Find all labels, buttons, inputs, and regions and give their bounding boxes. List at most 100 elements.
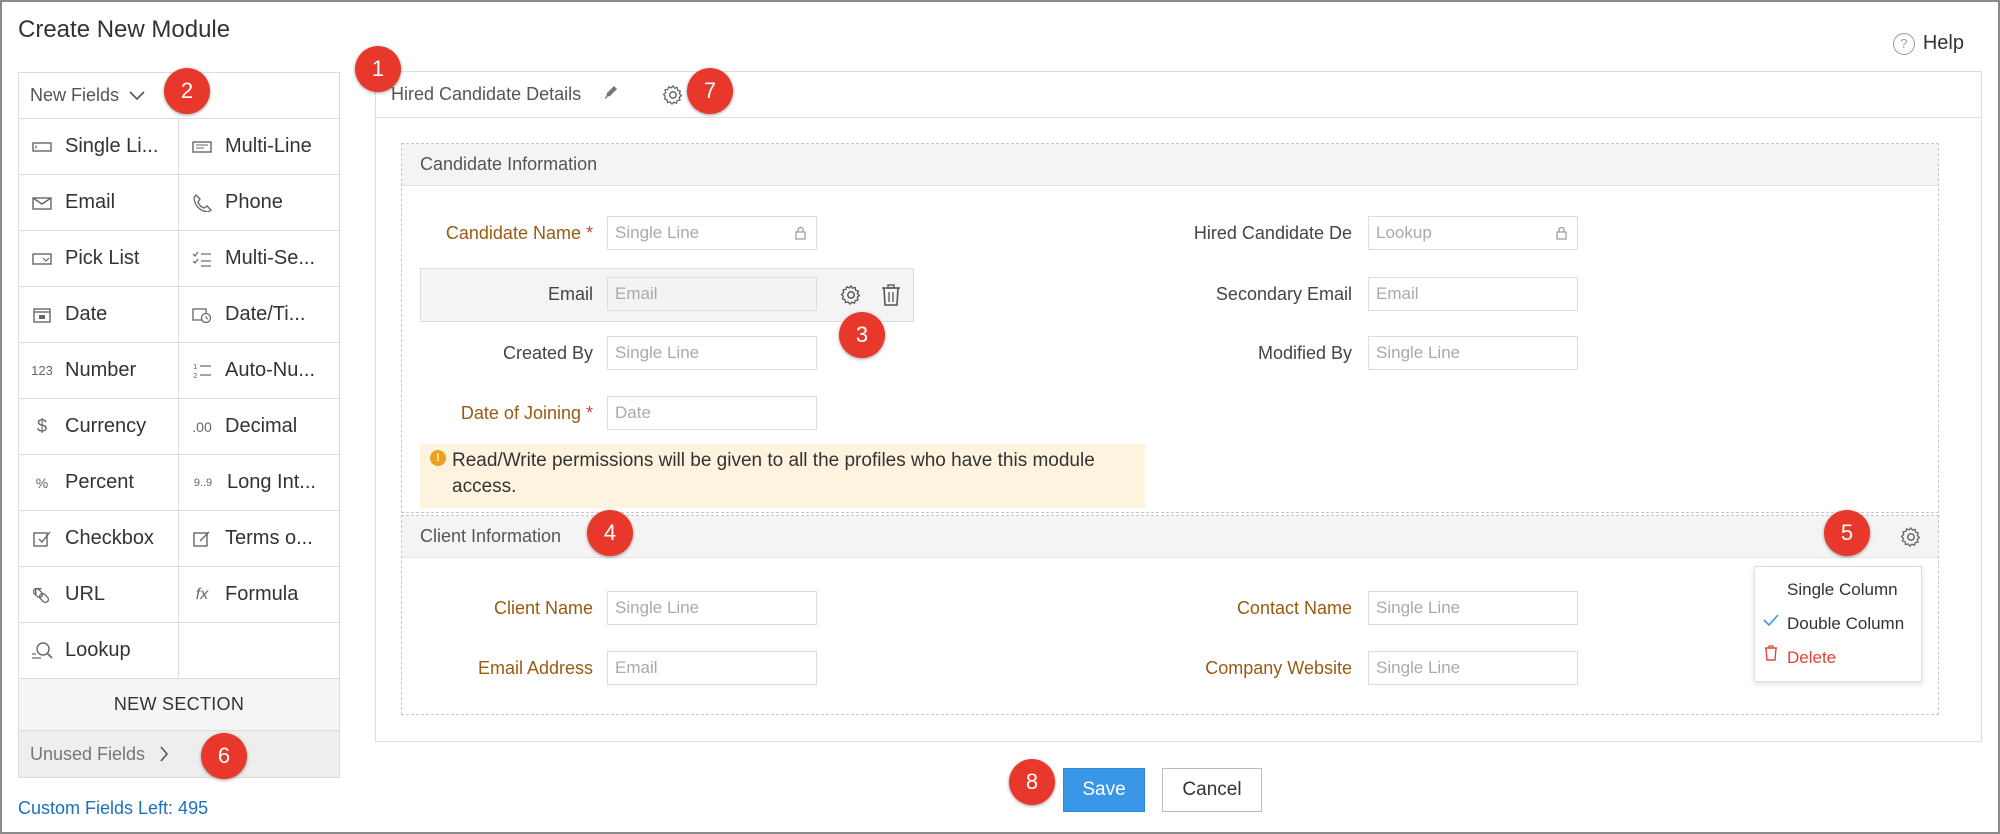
multi-select-icon bbox=[192, 251, 211, 267]
section-title: Client Information bbox=[420, 526, 562, 546]
field-type-terms[interactable]: Terms o... bbox=[179, 511, 339, 567]
phone-icon bbox=[193, 193, 213, 212]
callout-badge-3: 3 bbox=[839, 312, 885, 358]
chevron-right-icon bbox=[160, 746, 169, 762]
number-icon: 123 bbox=[31, 363, 53, 378]
callout-badge-5: 5 bbox=[1824, 510, 1870, 556]
url-icon bbox=[32, 587, 50, 603]
check-icon bbox=[1763, 613, 1779, 631]
field-type-long-integer[interactable]: 9..9 Long Int... bbox=[179, 455, 339, 511]
new-section-button[interactable]: NEW SECTION bbox=[19, 679, 339, 731]
svg-text:1: 1 bbox=[193, 363, 197, 371]
field-label-contact-name: Contact Name bbox=[1236, 598, 1352, 618]
help-label: Help bbox=[1922, 32, 1964, 54]
menu-double-column[interactable]: Double Column bbox=[1787, 614, 1904, 634]
field-type-multi-line[interactable]: Multi-Line bbox=[179, 119, 339, 175]
field-label-hired-candidate-details: Hired Candidate De bbox=[1193, 223, 1352, 243]
field-type-url[interactable]: URL bbox=[19, 567, 179, 623]
field-label-date-of-joining: Date of Joining * bbox=[460, 403, 593, 423]
section-settings-gear-icon[interactable] bbox=[1900, 526, 1922, 548]
chevron-down-icon bbox=[129, 90, 145, 100]
field-type-datetime[interactable]: Date/Ti... bbox=[179, 287, 339, 343]
callout-badge-1: 1 bbox=[355, 46, 401, 92]
client-name-field[interactable]: Single Line bbox=[607, 591, 817, 625]
menu-single-column[interactable]: Single Column bbox=[1787, 580, 1898, 600]
long-integer-icon: 9..9 bbox=[193, 476, 213, 489]
field-label-email: Email bbox=[547, 284, 593, 304]
company-website-field[interactable]: Single Line bbox=[1368, 651, 1578, 685]
secondary-email-field[interactable]: Email bbox=[1368, 277, 1578, 311]
percent-icon: % bbox=[35, 474, 49, 491]
permissions-notice: ! Read/Write permissions will be given t… bbox=[420, 444, 1145, 508]
single-line-icon bbox=[32, 141, 52, 152]
field-type-decimal[interactable]: .00 Decimal bbox=[179, 399, 339, 455]
module-name[interactable]: Hired Candidate Details bbox=[391, 84, 581, 105]
callout-badge-4: 4 bbox=[587, 510, 633, 556]
field-type-email[interactable]: Email bbox=[19, 175, 179, 231]
lock-icon bbox=[1556, 226, 1567, 240]
info-icon: ! bbox=[430, 450, 446, 466]
module-editor: Hired Candidate Details Candidate Inform… bbox=[375, 71, 1982, 742]
field-type-grid: Single Li... Multi-Line Email Phone Pick… bbox=[19, 119, 339, 679]
save-button[interactable]: Save bbox=[1063, 768, 1145, 812]
email-field[interactable]: Email bbox=[607, 277, 817, 311]
field-type-currency[interactable]: $ Currency bbox=[19, 399, 179, 455]
section-candidate-information: Candidate Information Candidate Name * Si… bbox=[401, 143, 1939, 513]
candidate-name-field[interactable]: Single Line bbox=[607, 216, 817, 250]
date-of-joining-field[interactable]: Date bbox=[607, 396, 817, 430]
field-type-lookup[interactable]: Lookup bbox=[19, 623, 179, 679]
created-by-field[interactable]: Single Line bbox=[607, 336, 817, 370]
unused-fields-label: Unused Fields bbox=[30, 743, 146, 764]
lookup-icon bbox=[32, 641, 53, 659]
field-type-single-line[interactable]: Single Li... bbox=[19, 119, 179, 175]
field-type-auto-number[interactable]: 12 Auto-Nu... bbox=[179, 343, 339, 399]
multi-line-icon bbox=[192, 140, 212, 153]
custom-fields-left: Custom Fields Left: 495 bbox=[18, 798, 209, 818]
hired-candidate-lookup-field[interactable]: Lookup bbox=[1368, 216, 1578, 250]
picklist-icon bbox=[32, 252, 52, 265]
email-address-field[interactable]: Email bbox=[607, 651, 817, 685]
field-type-phone[interactable]: Phone bbox=[179, 175, 339, 231]
contact-name-field[interactable]: Single Line bbox=[1368, 591, 1578, 625]
section-header[interactable]: Candidate Information bbox=[402, 144, 1938, 186]
field-label-candidate-name: Candidate Name * bbox=[445, 223, 593, 243]
field-type-date[interactable]: Date bbox=[19, 287, 179, 343]
modified-by-field[interactable]: Single Line bbox=[1368, 336, 1578, 370]
field-label-client-name: Client Name bbox=[493, 598, 593, 618]
cancel-button[interactable]: Cancel bbox=[1162, 768, 1262, 812]
field-type-formula[interactable]: fx Formula bbox=[179, 567, 339, 623]
datetime-icon bbox=[192, 307, 212, 323]
module-header: Hired Candidate Details bbox=[376, 72, 1981, 118]
trash-icon[interactable] bbox=[881, 284, 901, 306]
field-type-checkbox[interactable]: Checkbox bbox=[19, 511, 179, 567]
lock-icon bbox=[795, 226, 806, 240]
empty-cell bbox=[179, 623, 339, 679]
checkbox-icon bbox=[33, 531, 51, 547]
svg-text:2: 2 bbox=[193, 372, 197, 380]
section-layout-menu: Single Column Double Column Delete bbox=[1754, 566, 1922, 682]
field-type-multi-select[interactable]: Multi-Se... bbox=[179, 231, 339, 287]
help-icon: ? bbox=[1892, 32, 1915, 55]
module-settings-gear-icon[interactable] bbox=[662, 84, 684, 106]
terms-icon bbox=[193, 531, 210, 547]
field-type-pick-list[interactable]: Pick List bbox=[19, 231, 179, 287]
window-frame: Create New Module ? Help New Fields Sing… bbox=[0, 0, 2000, 834]
field-type-percent[interactable]: % Percent bbox=[19, 455, 179, 511]
formula-icon: fx bbox=[195, 585, 209, 603]
new-fields-label: New Fields bbox=[30, 85, 120, 105]
menu-delete[interactable]: Delete bbox=[1787, 648, 1836, 668]
unused-fields-toggle[interactable]: Unused Fields bbox=[19, 731, 339, 777]
callout-badge-8: 8 bbox=[1009, 759, 1055, 805]
help-link[interactable]: ? Help bbox=[1892, 32, 1964, 55]
currency-icon: $ bbox=[36, 416, 47, 436]
callout-badge-6: 6 bbox=[201, 733, 247, 779]
date-icon bbox=[33, 307, 51, 323]
delete-icon bbox=[1764, 645, 1778, 666]
field-type-number[interactable]: 123 Number bbox=[19, 343, 179, 399]
field-label-created-by: Created By bbox=[502, 343, 593, 363]
field-settings-gear-icon[interactable] bbox=[840, 284, 862, 306]
section-title: Candidate Information bbox=[420, 154, 598, 174]
email-icon bbox=[32, 196, 52, 210]
pencil-icon[interactable] bbox=[603, 84, 619, 104]
field-label-modified-by: Modified By bbox=[1257, 343, 1352, 363]
